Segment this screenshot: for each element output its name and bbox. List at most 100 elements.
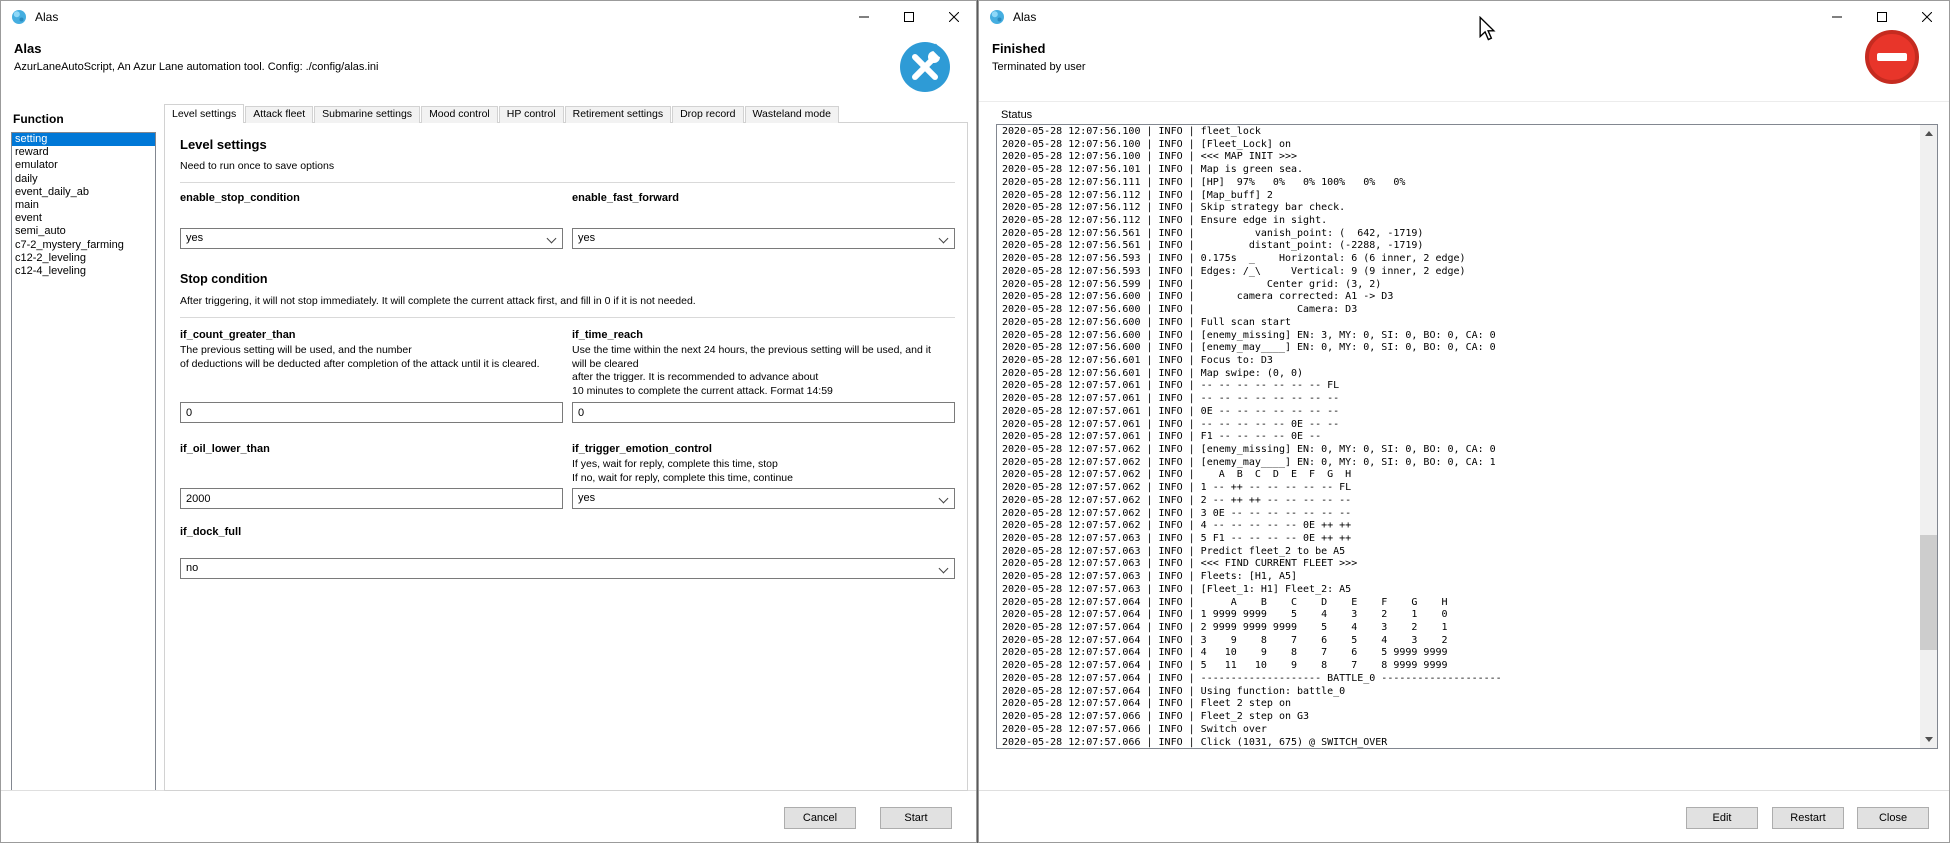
log-line: 2020-05-28 12:07:57.061 | INFO | F1 -- -… bbox=[1002, 431, 1920, 444]
log-line: 2020-05-28 12:07:57.064 | INFO | 4 10 9 … bbox=[1002, 647, 1920, 660]
cancel-button[interactable]: Cancel bbox=[784, 807, 856, 829]
function-list-item[interactable]: c12-2_leveling bbox=[12, 252, 155, 265]
if-dock-full-select[interactable]: no bbox=[180, 558, 955, 579]
select-value: yes bbox=[186, 232, 203, 244]
log-line: 2020-05-28 12:07:56.100 | INFO | [Fleet_… bbox=[1002, 139, 1920, 152]
function-list-item[interactable]: daily bbox=[12, 173, 155, 186]
status-title: Finished bbox=[992, 41, 1045, 56]
tab[interactable]: Wasteland mode bbox=[745, 106, 839, 123]
window-title: Alas bbox=[35, 10, 58, 24]
titlebar: Alas bbox=[979, 1, 1949, 33]
log-line: 2020-05-28 12:07:57.062 | INFO | 4 -- --… bbox=[1002, 520, 1920, 533]
log-scrollbar[interactable] bbox=[1920, 125, 1937, 748]
divider bbox=[979, 101, 1949, 102]
tab[interactable]: Attack fleet bbox=[245, 106, 313, 123]
function-list[interactable]: settingrewardemulatordailyevent_daily_ab… bbox=[11, 132, 156, 791]
if-oil-lower-than-input[interactable] bbox=[180, 488, 563, 509]
tab[interactable]: Mood control bbox=[421, 106, 498, 123]
tab[interactable]: Submarine settings bbox=[314, 106, 420, 123]
alas-app-icon bbox=[989, 9, 1005, 25]
minimize-button[interactable] bbox=[841, 1, 886, 33]
log-line: 2020-05-28 12:07:57.061 | INFO | 0E -- -… bbox=[1002, 406, 1920, 419]
page-subtitle: AzurLaneAutoScript, An Azur Lane automat… bbox=[14, 61, 378, 73]
if-time-reach-input[interactable] bbox=[572, 402, 955, 423]
restart-button[interactable]: Restart bbox=[1772, 807, 1844, 829]
if-trigger-emotion-control-select[interactable]: yes bbox=[572, 488, 955, 509]
scroll-up-icon[interactable] bbox=[1920, 125, 1937, 142]
start-button[interactable]: Start bbox=[880, 807, 952, 829]
log-line: 2020-05-28 12:07:57.064 | INFO | Fleet 2… bbox=[1002, 698, 1920, 711]
log-line: 2020-05-28 12:07:56.561 | INFO | vanish_… bbox=[1002, 228, 1920, 241]
log-line: 2020-05-28 12:07:57.064 | INFO | 1 9999 … bbox=[1002, 609, 1920, 622]
field-label-if-trigger-emotion-control: if_trigger_emotion_control bbox=[572, 443, 712, 455]
function-list-item[interactable]: setting bbox=[12, 133, 155, 146]
stop-sign-icon bbox=[1864, 29, 1916, 81]
select-value: yes bbox=[578, 232, 595, 244]
log-line: 2020-05-28 12:07:56.600 | INFO | Full sc… bbox=[1002, 317, 1920, 330]
function-list-item[interactable]: event bbox=[12, 212, 155, 225]
enable-stop-condition-select[interactable]: yes bbox=[180, 228, 563, 249]
scroll-down-icon[interactable] bbox=[1920, 731, 1937, 748]
tab[interactable]: Drop record bbox=[672, 106, 743, 123]
chevron-down-icon bbox=[939, 564, 949, 574]
log-line: 2020-05-28 12:07:57.064 | INFO | 5 11 10… bbox=[1002, 660, 1920, 673]
log-line: 2020-05-28 12:07:57.063 | INFO | [Fleet_… bbox=[1002, 584, 1920, 597]
section-title-level-settings: Level settings bbox=[180, 137, 267, 152]
field-desc-if-count-greater-than: The previous setting will be used, and t… bbox=[180, 344, 565, 371]
function-list-item[interactable]: reward bbox=[12, 146, 155, 159]
scrollbar-thumb[interactable] bbox=[1920, 535, 1937, 650]
log-line: 2020-05-28 12:07:56.112 | INFO | Skip st… bbox=[1002, 202, 1920, 215]
log-line: 2020-05-28 12:07:57.061 | INFO | -- -- -… bbox=[1002, 380, 1920, 393]
log-line: 2020-05-28 12:07:57.062 | INFO | 1 -- ++… bbox=[1002, 482, 1920, 495]
field-desc-if-time-reach: Use the time within the next 24 hours, t… bbox=[572, 344, 957, 398]
tab[interactable]: Level settings bbox=[164, 104, 244, 123]
tab[interactable]: Retirement settings bbox=[565, 106, 671, 123]
function-list-item[interactable]: event_daily_ab bbox=[12, 186, 155, 199]
log-line: 2020-05-28 12:07:56.593 | INFO | 0.175s … bbox=[1002, 253, 1920, 266]
section-title-stop-condition: Stop condition bbox=[180, 272, 267, 286]
log-line: 2020-05-28 12:07:57.066 | INFO | Click (… bbox=[1002, 737, 1920, 749]
log-line: 2020-05-28 12:07:56.101 | INFO | Map is … bbox=[1002, 164, 1920, 177]
log-line: 2020-05-28 12:07:56.112 | INFO | Ensure … bbox=[1002, 215, 1920, 228]
log-line: 2020-05-28 12:07:56.600 | INFO | Camera:… bbox=[1002, 304, 1920, 317]
log-output-box[interactable]: 2020-05-28 12:07:56.100 | INFO | fleet_l… bbox=[996, 124, 1938, 749]
maximize-button[interactable] bbox=[886, 1, 931, 33]
divider bbox=[180, 317, 955, 318]
field-label-if-count-greater-than: if_count_greater_than bbox=[180, 329, 296, 341]
titlebar: Alas bbox=[1, 1, 976, 33]
select-value: yes bbox=[578, 492, 595, 504]
function-list-item[interactable]: semi_auto bbox=[12, 225, 155, 238]
log-line: 2020-05-28 12:07:57.062 | INFO | A B C D… bbox=[1002, 469, 1920, 482]
edit-button[interactable]: Edit bbox=[1686, 807, 1758, 829]
field-label-enable-fast-forward: enable_fast_forward bbox=[572, 192, 679, 204]
log-line: 2020-05-28 12:07:56.100 | INFO | fleet_l… bbox=[1002, 126, 1920, 139]
log-line: 2020-05-28 12:07:57.064 | INFO | 2 9999 … bbox=[1002, 622, 1920, 635]
log-line: 2020-05-28 12:07:57.061 | INFO | -- -- -… bbox=[1002, 393, 1920, 406]
log-line: 2020-05-28 12:07:57.066 | INFO | Fleet_2… bbox=[1002, 711, 1920, 724]
log-line: 2020-05-28 12:07:57.064 | INFO | 3 9 8 7… bbox=[1002, 635, 1920, 648]
level-settings-panel: Level settings Need to run once to save … bbox=[164, 122, 968, 791]
log-line: 2020-05-28 12:07:56.600 | INFO | camera … bbox=[1002, 291, 1920, 304]
minimize-button[interactable] bbox=[1814, 1, 1859, 33]
function-list-item[interactable]: emulator bbox=[12, 159, 155, 172]
enable-fast-forward-select[interactable]: yes bbox=[572, 228, 955, 249]
log-line: 2020-05-28 12:07:57.063 | INFO | 5 F1 --… bbox=[1002, 533, 1920, 546]
function-list-item[interactable]: main bbox=[12, 199, 155, 212]
log-line: 2020-05-28 12:07:57.062 | INFO | 2 -- ++… bbox=[1002, 495, 1920, 508]
field-label-if-dock-full: if_dock_full bbox=[180, 526, 241, 538]
log-line: 2020-05-28 12:07:57.063 | INFO | Fleets:… bbox=[1002, 571, 1920, 584]
function-list-item[interactable]: c12-4_leveling bbox=[12, 265, 155, 278]
log-line: 2020-05-28 12:07:57.062 | INFO | [enemy_… bbox=[1002, 444, 1920, 457]
if-count-greater-than-input[interactable] bbox=[180, 402, 563, 423]
close-button[interactable] bbox=[931, 1, 976, 33]
log-line: 2020-05-28 12:07:56.111 | INFO | [HP] 97… bbox=[1002, 177, 1920, 190]
log-line: 2020-05-28 12:07:56.100 | INFO | <<< MAP… bbox=[1002, 151, 1920, 164]
window-title: Alas bbox=[1013, 10, 1036, 24]
window-controls bbox=[841, 1, 976, 33]
page-title: Alas bbox=[14, 41, 41, 56]
log-line: 2020-05-28 12:07:56.600 | INFO | [enemy_… bbox=[1002, 330, 1920, 343]
function-list-item[interactable]: c7-2_mystery_farming bbox=[12, 239, 155, 252]
tab[interactable]: HP control bbox=[499, 106, 564, 123]
field-label-enable-stop-condition: enable_stop_condition bbox=[180, 192, 300, 204]
close-log-button[interactable]: Close bbox=[1857, 807, 1929, 829]
